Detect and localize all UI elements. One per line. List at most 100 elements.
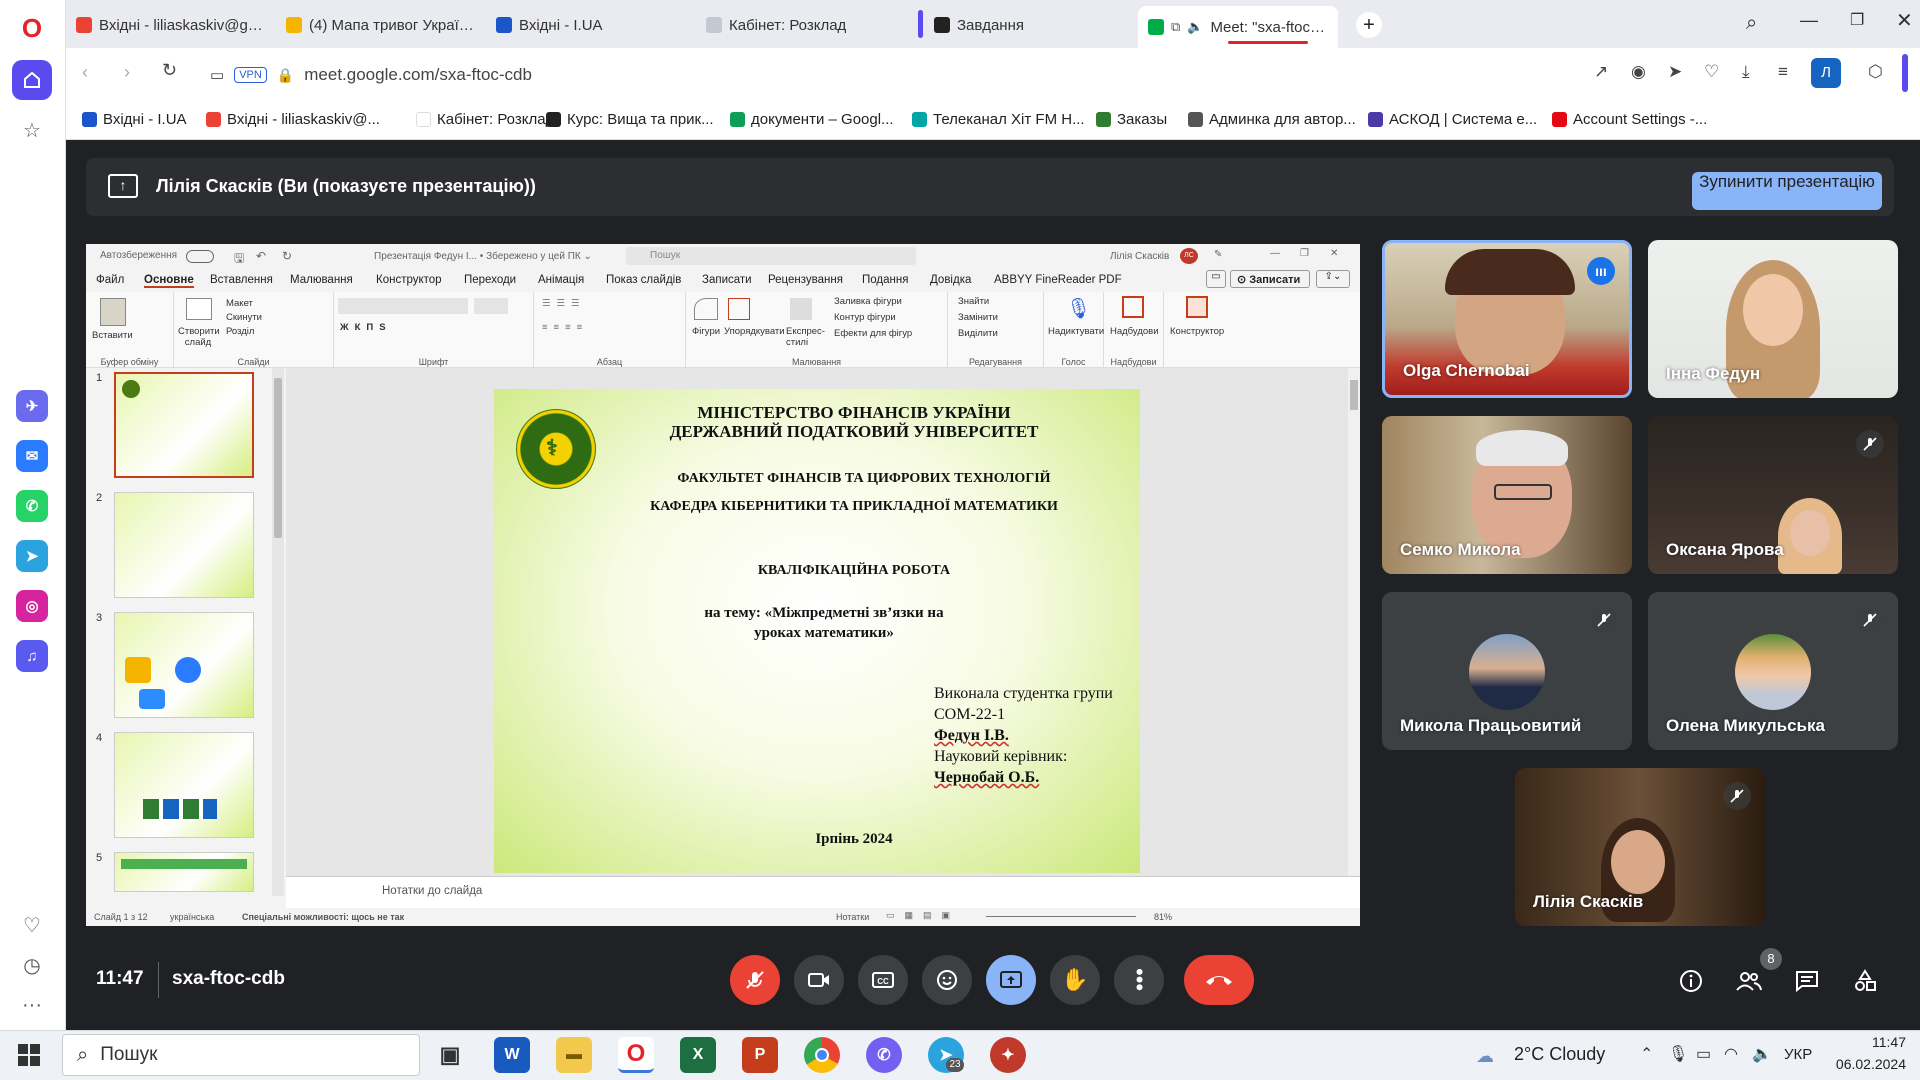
ppt-tab-view[interactable]: Подання bbox=[862, 274, 908, 286]
slide-thumbnail-2[interactable] bbox=[114, 492, 254, 598]
tab-schedule[interactable]: Кабінет: Розклад bbox=[700, 10, 900, 40]
slide-scrollbar[interactable] bbox=[1348, 368, 1360, 876]
back-icon[interactable]: ‹ bbox=[82, 62, 88, 83]
participant-tile[interactable]: Оксана Ярова bbox=[1648, 416, 1898, 574]
notes-toggle[interactable]: Нотатки bbox=[836, 912, 869, 922]
tab-tasks[interactable]: Завдання bbox=[928, 10, 1128, 40]
shape-fill-button[interactable]: Заливка фігури bbox=[834, 296, 902, 307]
zoom-slider[interactable] bbox=[986, 916, 1136, 917]
undo-icon[interactable]: ↶ bbox=[256, 249, 266, 263]
align-buttons[interactable]: ≡≡≡≡ bbox=[542, 322, 588, 333]
excel-icon[interactable]: X bbox=[680, 1037, 716, 1073]
extensions-icon[interactable]: ⬡ bbox=[1868, 62, 1883, 82]
thumbs-scroll-thumb[interactable] bbox=[274, 378, 282, 538]
find-button[interactable]: Знайти bbox=[958, 296, 989, 307]
paste-button[interactable]: Вставити bbox=[92, 330, 133, 341]
stop-presenting-button[interactable]: Зупинити презентацію bbox=[1692, 172, 1882, 210]
zoom-level[interactable]: 81% bbox=[1154, 912, 1172, 922]
ppt-minimize-icon[interactable]: — bbox=[1270, 248, 1280, 259]
ppt-comment-icon[interactable]: ▭ bbox=[1206, 270, 1226, 288]
participant-tile[interactable]: Інна Федун bbox=[1648, 240, 1898, 398]
volume-icon[interactable]: 🔈 bbox=[1752, 1044, 1772, 1064]
favorite-icon[interactable]: ♡ bbox=[1704, 62, 1719, 82]
speaker-icon[interactable]: 🔈 bbox=[1187, 19, 1203, 35]
participant-tile[interactable]: ııı Olga Chernobai bbox=[1382, 240, 1632, 398]
clock-date[interactable]: 06.02.2024 bbox=[1830, 1056, 1906, 1072]
forward-icon[interactable]: › bbox=[124, 62, 130, 83]
ppt-tab-design[interactable]: Конструктор bbox=[376, 274, 442, 286]
arrange-icon[interactable] bbox=[728, 298, 750, 320]
reactions-button[interactable] bbox=[922, 955, 972, 1005]
font-size-select[interactable] bbox=[474, 298, 508, 314]
participant-tile[interactable]: Олена Микульська bbox=[1648, 592, 1898, 750]
ppt-tab-draw[interactable]: Малювання bbox=[290, 274, 353, 286]
shape-outline-button[interactable]: Контур фігури bbox=[834, 312, 896, 323]
opera-taskbar-icon[interactable]: O bbox=[618, 1037, 654, 1073]
leave-call-button[interactable] bbox=[1184, 955, 1254, 1005]
dictate-icon[interactable]: 🎙 bbox=[1066, 296, 1091, 321]
history-icon[interactable]: ◷ bbox=[12, 945, 52, 985]
star-icon[interactable]: ☆ bbox=[12, 110, 52, 150]
download-icon[interactable]: ⤓ bbox=[1742, 62, 1750, 82]
heart-icon[interactable]: ♡ bbox=[12, 905, 52, 945]
designer-button[interactable]: Конструктор bbox=[1170, 326, 1224, 337]
tab-meet[interactable]: ⧉ 🔈 Meet: "sxa-ftoc-cd bbox=[1138, 6, 1338, 48]
word-icon[interactable]: W bbox=[494, 1037, 530, 1073]
clock-time[interactable]: 11:47 bbox=[1830, 1034, 1906, 1050]
restore-button[interactable]: ❐ bbox=[1850, 10, 1864, 30]
ppt-tab-file[interactable]: Файл bbox=[96, 274, 124, 286]
autosave-toggle[interactable] bbox=[186, 250, 214, 263]
snapshot-icon[interactable]: ◉ bbox=[1631, 62, 1646, 82]
shape-effects-button[interactable]: Ефекти для фігур bbox=[834, 328, 912, 339]
easy-setup-icon[interactable]: ≡ bbox=[1778, 62, 1788, 82]
slide-thumbnail-3[interactable] bbox=[114, 612, 254, 718]
send-icon[interactable]: ➤ bbox=[1668, 62, 1682, 82]
redo-icon[interactable]: ↻ bbox=[282, 249, 292, 263]
home-icon[interactable] bbox=[12, 60, 52, 100]
bookmark-netflix[interactable]: Account Settings -... bbox=[1552, 111, 1707, 128]
tray-chevron-icon[interactable]: ⌃ bbox=[1640, 1044, 1653, 1064]
bookmark-orders[interactable]: Заказы bbox=[1096, 111, 1167, 128]
activities-button[interactable] bbox=[1848, 964, 1882, 998]
opera-logo-icon[interactable]: O bbox=[12, 8, 52, 48]
search-tabs-icon[interactable]: ⌕ bbox=[1746, 12, 1757, 35]
accessibility-status[interactable]: Спеціальні можливості: щось не так bbox=[242, 912, 404, 922]
shapes-icon[interactable] bbox=[694, 298, 718, 320]
ppt-search-box[interactable]: Пошук bbox=[626, 247, 916, 265]
powerpoint-icon[interactable]: P bbox=[742, 1037, 778, 1073]
ppt-record-button[interactable]: ⊙ Записати bbox=[1230, 270, 1310, 288]
vpn-badge[interactable]: VPN bbox=[234, 67, 267, 83]
bookmark-admin[interactable]: Админка для автор... bbox=[1188, 111, 1356, 128]
captions-button[interactable]: CC bbox=[858, 955, 908, 1005]
task-view-icon[interactable]: ▣ bbox=[432, 1037, 468, 1073]
slide-scroll-thumb[interactable] bbox=[1350, 380, 1358, 410]
dictate-button[interactable]: Надиктувати bbox=[1048, 326, 1104, 337]
profile-avatar[interactable]: Л bbox=[1811, 58, 1841, 88]
slide-thumbnail-5[interactable] bbox=[114, 852, 254, 892]
camera-icon[interactable]: ▭ bbox=[210, 66, 224, 84]
ppt-tab-help[interactable]: Довідка bbox=[930, 274, 971, 286]
bookmark-gmail[interactable]: Вхідні - liliaskaskiv@... bbox=[206, 111, 380, 128]
designer-icon[interactable] bbox=[1186, 296, 1208, 318]
section-button[interactable]: Розділ bbox=[226, 326, 254, 337]
camera-toggle-button[interactable] bbox=[794, 955, 844, 1005]
ppt-tab-insert[interactable]: Вставлення bbox=[210, 274, 273, 286]
replace-button[interactable]: Замінити bbox=[958, 312, 998, 323]
mic-toggle-button[interactable] bbox=[730, 955, 780, 1005]
quick-styles-icon[interactable] bbox=[790, 298, 812, 320]
arrange-button[interactable]: Упорядкувати bbox=[724, 326, 785, 337]
reset-button[interactable]: Скинути bbox=[226, 312, 262, 323]
ppt-share-icon[interactable]: ⇪⌄ bbox=[1316, 270, 1350, 288]
battery-icon[interactable]: ▭ bbox=[1696, 1044, 1711, 1064]
save-icon[interactable]: 🖫 bbox=[234, 249, 244, 270]
ppt-tab-record[interactable]: Записати bbox=[702, 274, 752, 286]
tab-gmail[interactable]: Вхідні - liliaskaskiv@gmai bbox=[70, 10, 270, 40]
viber-icon[interactable]: ✆ bbox=[866, 1037, 902, 1073]
more-options-button[interactable]: ••• bbox=[1114, 955, 1164, 1005]
view-buttons[interactable]: ▭▦▤▣ bbox=[886, 910, 960, 921]
tab-iua[interactable]: Вхідні - I.UA bbox=[490, 10, 690, 40]
list-buttons[interactable]: ☰☰☰ bbox=[542, 298, 586, 309]
bookmark-hitfm[interactable]: Телеканал Хіт FM Н... bbox=[912, 111, 1085, 128]
url-text[interactable]: meet.google.com/sxa-ftoc-cdb bbox=[304, 65, 532, 85]
minimize-button[interactable]: — bbox=[1800, 10, 1818, 31]
